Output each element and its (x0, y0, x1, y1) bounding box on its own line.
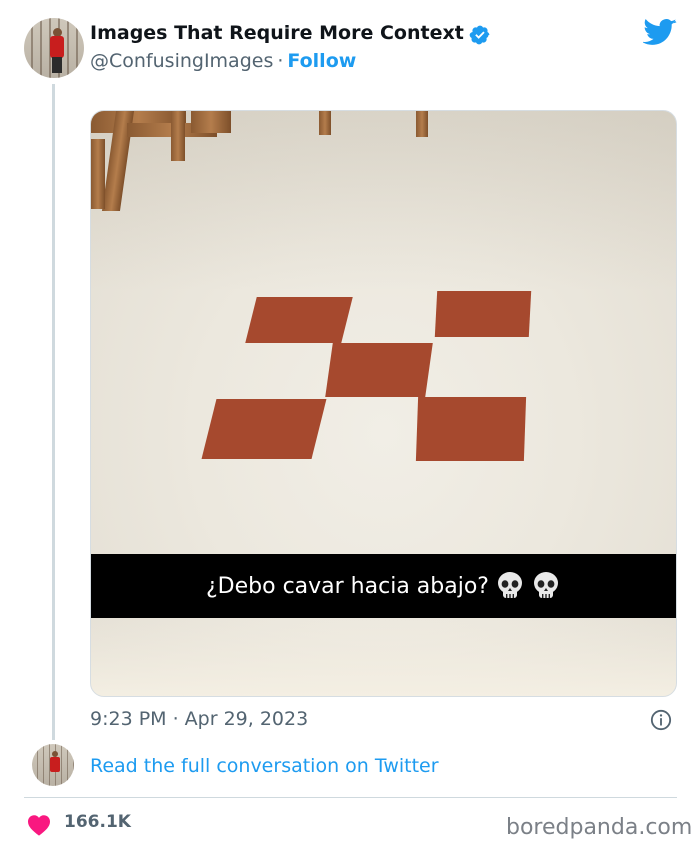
author-handle-row: @ConfusingImages · Follow (90, 50, 356, 72)
tweet-timestamp[interactable]: 9:23 PM · Apr 29, 2023 (90, 708, 308, 730)
media-caption-text: ¿Debo cavar hacia abajo? (206, 573, 489, 599)
skull-emoji-icon (533, 572, 558, 598)
author-display-name[interactable]: Images That Require More Context (90, 22, 464, 44)
author-avatar[interactable] (24, 18, 84, 78)
follow-button[interactable]: Follow (287, 50, 356, 72)
read-full-conversation-link[interactable]: Read the full conversation on Twitter (90, 755, 439, 777)
verified-badge-icon (469, 25, 490, 45)
info-icon[interactable] (650, 709, 672, 731)
heart-icon[interactable] (27, 814, 51, 836)
footer-divider (24, 797, 677, 798)
thread-connector-line (52, 84, 55, 740)
skull-emoji-icon (497, 572, 522, 598)
like-count: 166.1K (64, 812, 131, 832)
tweet-embed-card: Images That Require More Context @Confus… (0, 0, 700, 851)
author-handle[interactable]: @ConfusingImages (90, 50, 273, 72)
twitter-bird-icon[interactable] (643, 18, 677, 48)
boredpanda-watermark: boredpanda.com (506, 815, 693, 840)
reply-avatar[interactable] (32, 744, 74, 786)
tweet-media-image[interactable]: ¿Debo cavar hacia abajo? (90, 110, 677, 697)
separator-dot: · (277, 50, 284, 72)
media-caption-bar: ¿Debo cavar hacia abajo? (91, 554, 676, 618)
